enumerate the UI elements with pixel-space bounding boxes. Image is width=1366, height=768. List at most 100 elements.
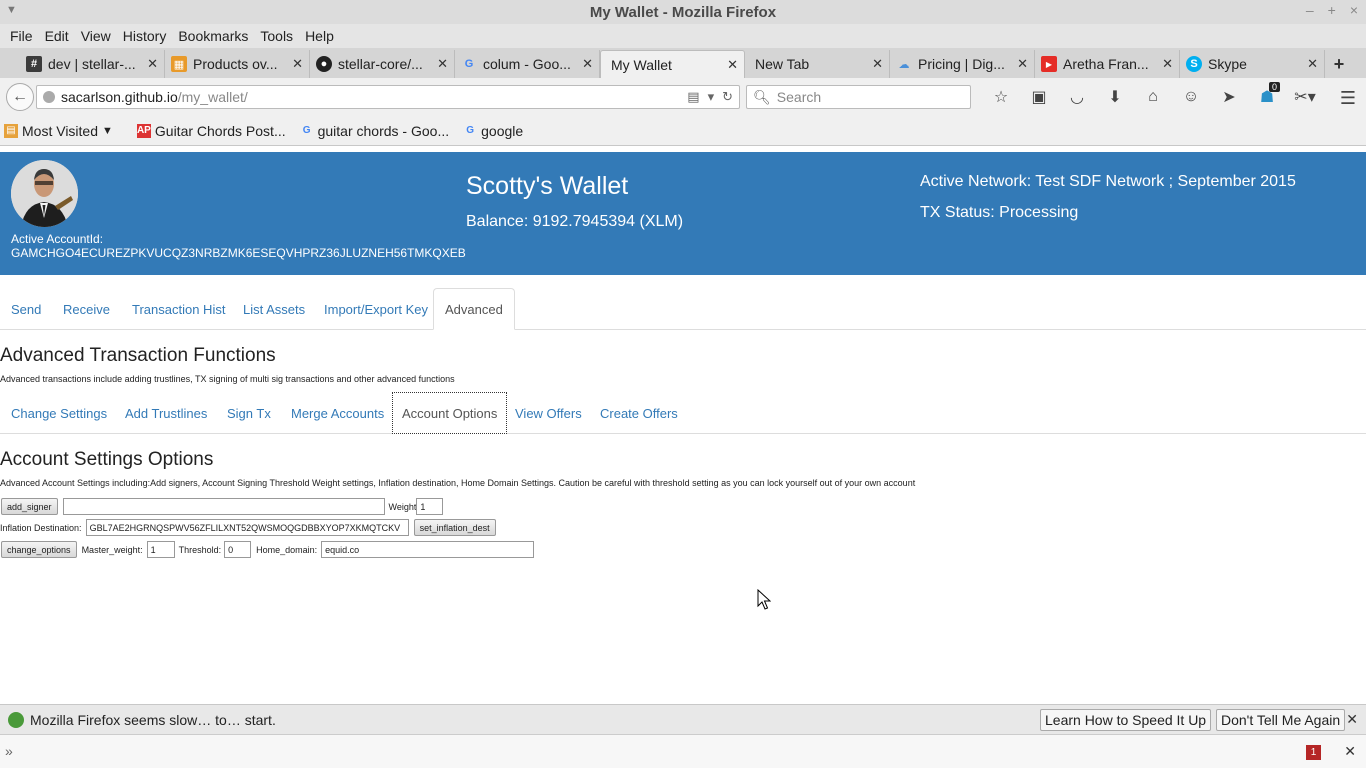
addon-menu-icon[interactable]: ✂▾ — [1286, 86, 1324, 108]
browser-tab[interactable]: S Skype ✕ — [1180, 50, 1325, 78]
subtab-account-options[interactable]: Account Options — [392, 392, 508, 434]
subtab-merge-accounts[interactable]: Merge Accounts — [291, 392, 384, 434]
hamburger-menu-icon[interactable]: ☰ — [1340, 88, 1356, 109]
search-input[interactable]: 🔍︎ Search — [746, 85, 971, 109]
google-icon: G — [464, 58, 474, 70]
close-tab-icon[interactable]: ✕ — [727, 57, 738, 73]
google-icon: G — [302, 125, 311, 136]
close-tab-icon[interactable]: ✕ — [582, 56, 593, 72]
menu-tools[interactable]: Tools — [254, 28, 299, 44]
url-host: sacarlson.github.io — [61, 89, 178, 105]
bookmarks-toolbar: ▤ Most Visited ▼ AP Guitar Chords Post..… — [0, 116, 1366, 146]
account-id-value: GAMCHGO4ECUREZPKVUCQZ3NRBZMK6ESEQVHPRZ36… — [11, 246, 466, 260]
slow-startup-notification: Mozilla Firefox seems slow… to… start. L… — [0, 704, 1366, 734]
close-window-icon[interactable]: × — [1350, 2, 1358, 18]
url-bar[interactable]: sacarlson.github.io/my_wallet/ ▤ ▾ ↻ — [36, 85, 740, 109]
close-console-icon[interactable]: ✕ — [1344, 743, 1356, 760]
menu-edit[interactable]: Edit — [39, 28, 75, 44]
pocket-icon[interactable]: ◡ — [1058, 86, 1096, 108]
close-tab-icon[interactable]: ✕ — [437, 56, 448, 72]
advanced-description: Advanced transactions include adding tru… — [0, 374, 455, 384]
add-signer-button[interactable]: add_signer — [1, 498, 58, 515]
dont-tell-again-button[interactable]: Don't Tell Me Again — [1216, 709, 1346, 731]
download-icon[interactable]: ⬇ — [1096, 86, 1134, 108]
tab-label: colum - Goo... — [483, 56, 571, 72]
menu-help[interactable]: Help — [299, 28, 340, 44]
bookmark-item[interactable]: AP Guitar Chords Post... — [136, 123, 286, 139]
inflation-destination-input[interactable]: GBL7AE2HGRNQSPWV56ZFLILXNT52QWSMOQGDBBXY… — [85, 519, 409, 536]
maximize-icon[interactable]: + — [1328, 2, 1336, 18]
close-notification-icon[interactable]: ✕ — [1346, 711, 1358, 728]
back-button[interactable]: ← — [6, 83, 34, 111]
tab-label: New Tab — [755, 56, 810, 72]
tab-advanced[interactable]: Advanced — [433, 288, 515, 330]
signer-input[interactable] — [62, 498, 385, 515]
menu-history[interactable]: History — [117, 28, 173, 44]
weight-label: Weight — [388, 501, 417, 512]
send-icon[interactable]: ➤ — [1210, 86, 1248, 108]
close-tab-icon[interactable]: ✕ — [292, 56, 303, 72]
threshold-input[interactable]: 0 — [224, 541, 252, 558]
ap-icon: AP — [136, 123, 151, 138]
threshold-label: Threshold: — [178, 544, 222, 555]
change-options-row: change_options Master_weight: 1 Threshol… — [0, 541, 535, 558]
wallet-title: Scotty's Wallet — [466, 172, 629, 200]
tab-label: Products ov... — [193, 56, 278, 72]
subtab-add-trustlines[interactable]: Add Trustlines — [125, 392, 207, 434]
close-tab-icon[interactable]: ✕ — [1017, 56, 1028, 72]
browser-tab[interactable]: ▦ Products ov... ✕ — [165, 50, 310, 78]
bookmark-most-visited[interactable]: ▤ Most Visited ▼ — [4, 123, 113, 139]
new-tab-button[interactable]: + — [1325, 50, 1353, 78]
browser-tab[interactable]: # dev | stellar-... ✕ — [20, 50, 165, 78]
bookmark-item[interactable]: G guitar chords - Goo... — [300, 123, 449, 139]
console-prompt-icon[interactable]: » — [5, 743, 13, 759]
browser-tab-active[interactable]: My Wallet ✕ — [600, 50, 745, 78]
browser-tab[interactable]: ▶ Aretha Fran... ✕ — [1035, 50, 1180, 78]
browser-tab[interactable]: ☁ Pricing | Dig... ✕ — [890, 50, 1035, 78]
reading-list-icon[interactable]: ▣ — [1020, 86, 1058, 108]
tab-transaction-hist[interactable]: Transaction Hist — [132, 288, 225, 330]
window-menu-icon[interactable]: ▼ — [6, 4, 17, 16]
close-tab-icon[interactable]: ✕ — [872, 56, 883, 72]
browser-tab[interactable]: G colum - Goo... ✕ — [455, 50, 600, 78]
close-tab-icon[interactable]: ✕ — [1162, 56, 1173, 72]
subtab-view-offers[interactable]: View Offers — [515, 392, 582, 434]
tab-import-export-key[interactable]: Import/Export Key — [324, 288, 428, 330]
google-icon: G — [466, 125, 475, 136]
network-status: Active Network: Test SDF Network ; Septe… — [920, 173, 1296, 190]
error-count-badge[interactable]: 1 — [1306, 745, 1321, 760]
change-options-button[interactable]: change_options — [1, 541, 77, 558]
master-weight-input[interactable]: 1 — [146, 541, 175, 558]
tab-list-assets[interactable]: List Assets — [243, 288, 305, 330]
subtab-create-offers[interactable]: Create Offers — [600, 392, 678, 434]
home-icon[interactable]: ⌂ — [1134, 86, 1172, 108]
browser-tab[interactable]: ● stellar-core/... ✕ — [310, 50, 455, 78]
bookmark-label: Most Visited — [22, 122, 98, 139]
close-tab-icon[interactable]: ✕ — [147, 56, 158, 72]
chat-icon[interactable]: ☺ — [1172, 86, 1210, 108]
weight-input[interactable]: 1 — [416, 498, 444, 515]
ghostery-icon[interactable]: ☗ 0 — [1248, 82, 1286, 108]
subtab-sign-tx[interactable]: Sign Tx — [227, 392, 271, 434]
menu-bookmarks[interactable]: Bookmarks — [172, 28, 254, 44]
url-path: /my_wallet/ — [177, 89, 248, 105]
browser-tab[interactable]: New Tab ✕ — [745, 50, 890, 78]
dropdown-arrow-icon[interactable]: ▾ — [708, 89, 715, 105]
tab-label: Pricing | Dig... — [918, 56, 1005, 72]
menu-file[interactable]: File — [4, 28, 39, 44]
learn-speed-button[interactable]: Learn How to Speed It Up — [1040, 709, 1212, 731]
tab-receive[interactable]: Receive — [63, 288, 110, 330]
bookmark-star-icon[interactable]: ☆ — [982, 86, 1020, 108]
set-inflation-dest-button[interactable]: set_inflation_dest — [413, 519, 496, 536]
subtab-change-settings[interactable]: Change Settings — [11, 392, 107, 434]
tab-send[interactable]: Send — [11, 288, 41, 330]
home-domain-input[interactable]: equid.co — [321, 541, 535, 558]
bookmark-label: google — [481, 122, 524, 139]
bookmark-item[interactable]: G google — [463, 123, 523, 139]
reader-view-icon[interactable]: ▤ — [687, 89, 699, 105]
search-icon: 🔍︎ — [753, 88, 771, 105]
menu-view[interactable]: View — [75, 28, 117, 44]
minimize-icon[interactable]: – — [1306, 2, 1314, 18]
close-tab-icon[interactable]: ✕ — [1307, 56, 1318, 72]
reload-icon[interactable]: ↻ — [722, 89, 733, 105]
